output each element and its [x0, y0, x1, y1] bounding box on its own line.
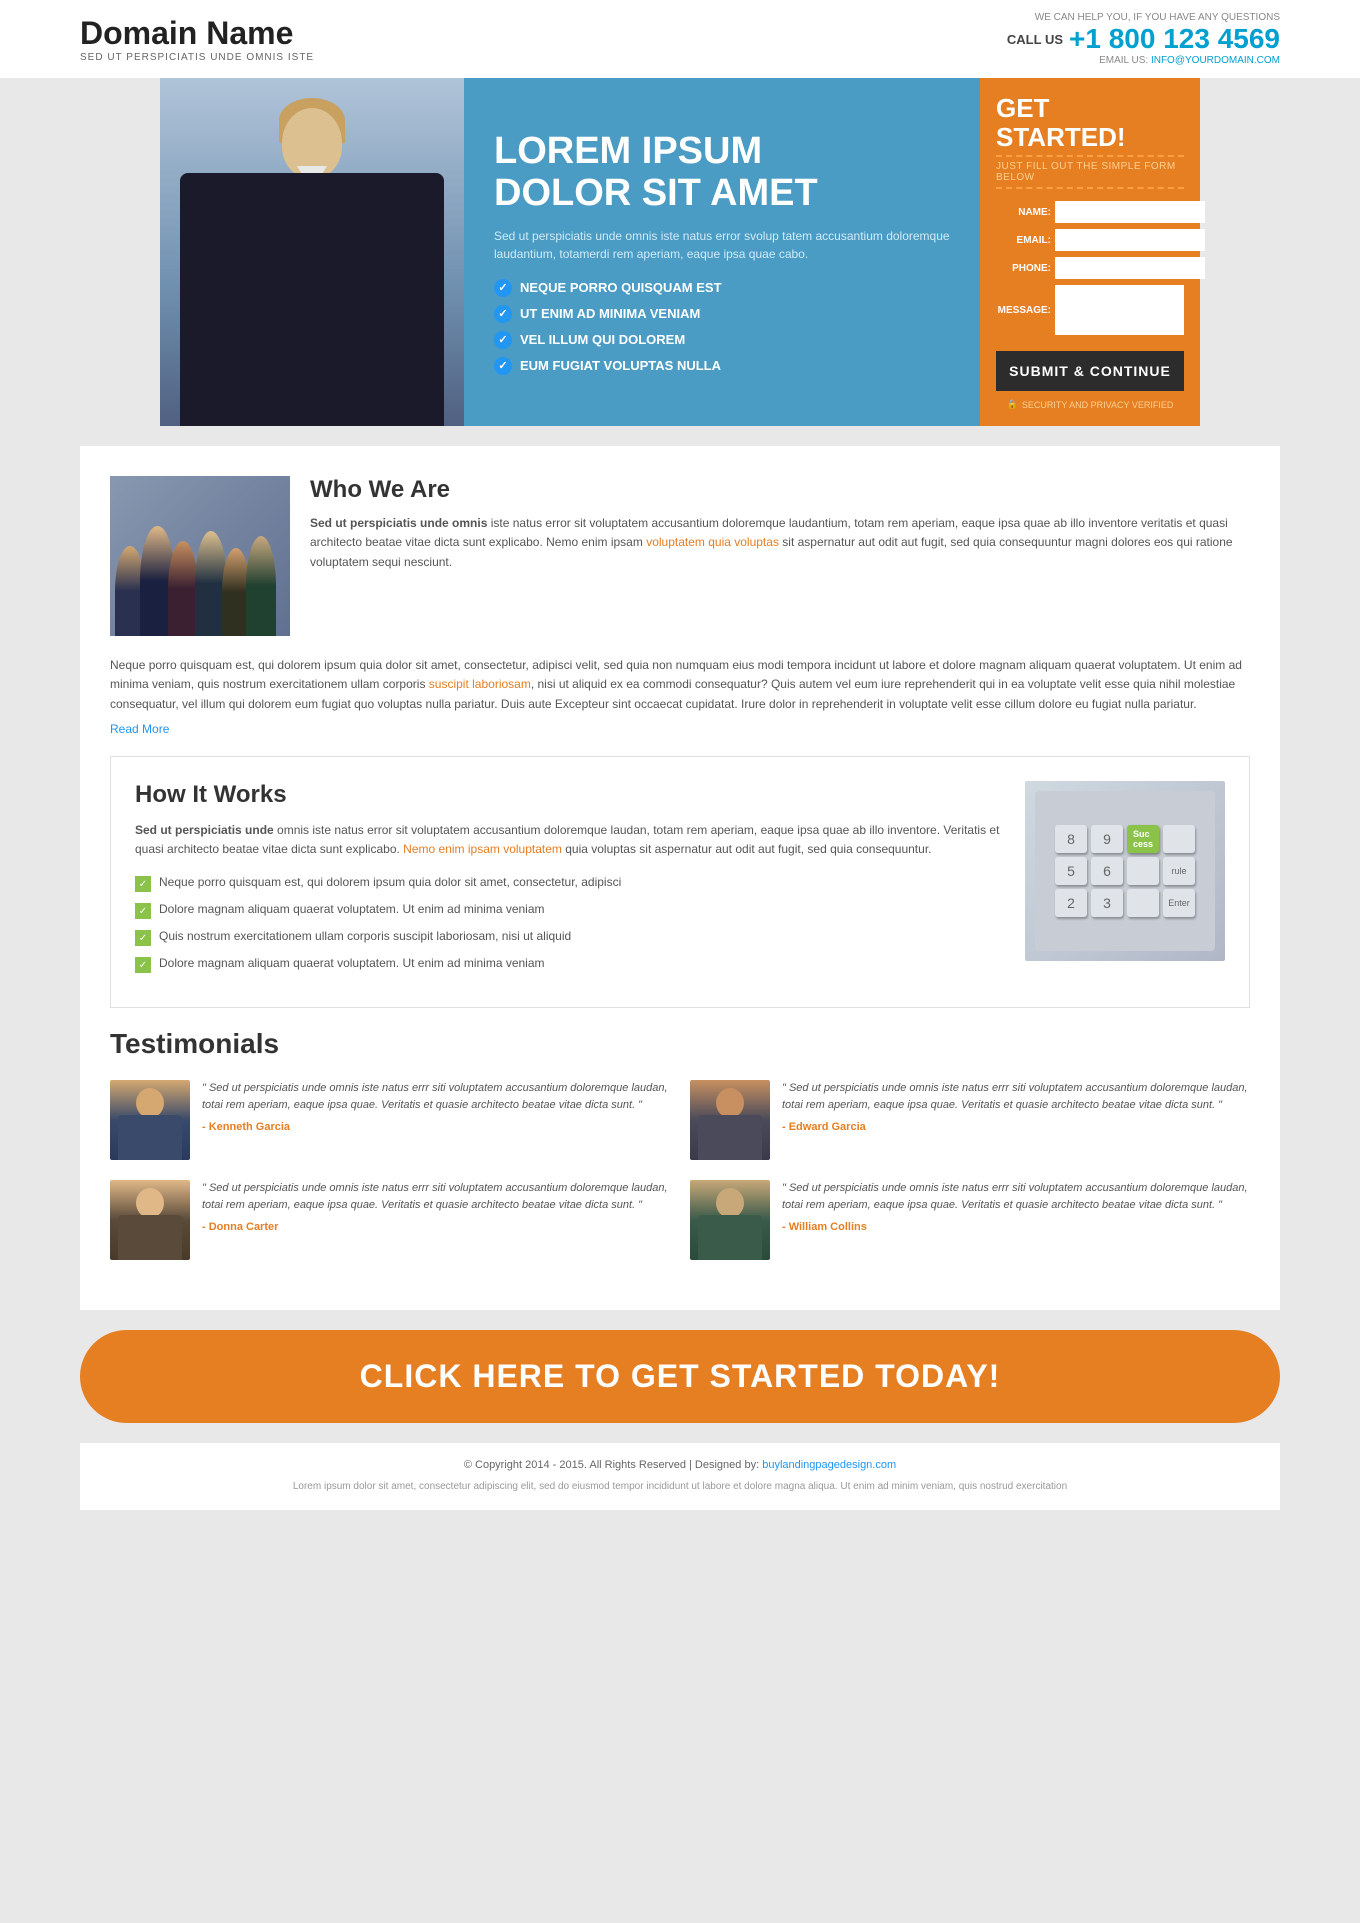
lock-icon: 🔒 [1007, 399, 1018, 410]
testimonials-grid: " Sed ut perspiciatis unde omnis iste na… [110, 1080, 1250, 1260]
testimonial-avatar [110, 1180, 190, 1260]
email-input[interactable] [1055, 229, 1205, 251]
testimonial-name: - Edward Garcia [782, 1121, 1250, 1133]
site-title: Domain Name [80, 15, 314, 52]
contact-form: GET STARTED! JUST FILL OUT THE SIMPLE FO… [980, 78, 1200, 426]
name-field-row: NAME: [996, 201, 1184, 223]
testimonial-avatar [690, 1180, 770, 1260]
email-field-row: EMAIL: [996, 229, 1184, 251]
testimonial-name: - William Collins [782, 1221, 1250, 1233]
name-input[interactable] [1055, 201, 1205, 223]
header: Domain Name SED UT PERSPICIATIS UNDE OMN… [0, 0, 1360, 78]
testimonial-item: " Sed ut perspiciatis unde omnis iste na… [110, 1180, 670, 1260]
check-icon: ✓ [494, 331, 512, 349]
name-label: NAME: [996, 207, 1051, 218]
testimonial-content: " Sed ut perspiciatis unde omnis iste na… [202, 1080, 670, 1160]
testimonial-content: " Sed ut perspiciatis unde omnis iste na… [782, 1080, 1250, 1160]
hero-checklist: ✓ NEQUE PORRO QUISQUAM EST ✓ UT ENIM AD … [494, 279, 950, 383]
check-icon: ✓ [494, 357, 512, 375]
list-item: ✓ Quis nostrum exercitationem ullam corp… [135, 929, 1005, 946]
who-link1[interactable]: voluptatem quia voluptas [646, 535, 779, 549]
list-item: ✓ Dolore magnam aliquam quaerat voluptat… [135, 956, 1005, 973]
testimonial-avatar [690, 1080, 770, 1160]
site-tagline: SED UT PERSPICIATIS UNDE OMNIS ISTE [80, 52, 314, 63]
footer-disclaimer: Lorem ipsum dolor sit amet, consectetur … [96, 1479, 1264, 1494]
cta-button[interactable]: CLICK HERE TO GET STARTED TODAY! [80, 1330, 1280, 1423]
who-we-are-section: Who We Are Sed ut perspiciatis unde omni… [110, 476, 1250, 636]
testimonials-title: Testimonials [110, 1028, 1250, 1060]
footer-copyright: © Copyright 2014 - 2015. All Rights Rese… [96, 1459, 1264, 1471]
list-item: ✓ NEQUE PORRO QUISQUAM EST [494, 279, 950, 297]
check-icon: ✓ [494, 305, 512, 323]
form-subtitle: JUST FILL OUT THE SIMPLE FORM BELOW [996, 155, 1184, 189]
who-full-text: Neque porro quisquam est, qui dolorem ip… [110, 656, 1250, 736]
how-title: How It Works [135, 781, 1005, 809]
hero-description: Sed ut perspiciatis unde omnis iste natu… [494, 227, 950, 263]
testimonial-avatar [110, 1080, 190, 1160]
green-check-icon: ✓ [135, 957, 151, 973]
green-check-icon: ✓ [135, 903, 151, 919]
who-para2: Neque porro quisquam est, qui dolorem ip… [110, 656, 1250, 714]
how-intro: Sed ut perspiciatis unde omnis iste natu… [135, 821, 1005, 859]
testimonial-content: " Sed ut perspiciatis unde omnis iste na… [782, 1180, 1250, 1260]
logo: Domain Name SED UT PERSPICIATIS UNDE OMN… [80, 15, 314, 63]
phone-input[interactable] [1055, 257, 1205, 279]
main-content: Who We Are Sed ut perspiciatis unde omni… [80, 446, 1280, 1310]
hero-content: LOREM IPSUM DOLOR SIT AMET Sed ut perspi… [464, 78, 980, 426]
email-line: EMAIL US: info@yourdomain.com [1007, 55, 1280, 66]
green-check-icon: ✓ [135, 876, 151, 892]
check-icon: ✓ [494, 279, 512, 297]
form-title: GET STARTED! [996, 94, 1184, 151]
testimonial-name: - Donna Carter [202, 1221, 670, 1233]
testimonial-item: " Sed ut perspiciatis unde omnis iste na… [690, 1180, 1250, 1260]
phone-number: +1 800 123 4569 [1069, 23, 1280, 55]
green-check-icon: ✓ [135, 930, 151, 946]
testimonial-text: " Sed ut perspiciatis unde omnis iste na… [202, 1080, 670, 1113]
hero-title: LOREM IPSUM DOLOR SIT AMET [494, 131, 950, 215]
email-label: EMAIL: [996, 235, 1051, 246]
security-note: 🔒 SECURITY AND PRIVACY VERIFIED [996, 399, 1184, 410]
testimonial-text: " Sed ut perspiciatis unde omnis iste na… [782, 1080, 1250, 1113]
who-link2[interactable]: suscipit laboriosam [429, 677, 531, 691]
who-para1: Sed ut perspiciatis unde omnis iste natu… [310, 514, 1250, 572]
how-content: How It Works Sed ut perspiciatis unde om… [135, 781, 1005, 983]
list-item: ✓ VEL ILLUM QUI DOLOREM [494, 331, 950, 349]
how-checklist: ✓ Neque porro quisquam est, qui dolorem … [135, 875, 1005, 973]
testimonial-item: " Sed ut perspiciatis unde omnis iste na… [690, 1080, 1250, 1160]
testimonials-section: Testimonials " Sed ut perspiciatis unde … [110, 1028, 1250, 1260]
testimonial-content: " Sed ut perspiciatis unde omnis iste na… [202, 1180, 670, 1260]
who-text: Who We Are Sed ut perspiciatis unde omni… [310, 476, 1250, 636]
hero-section: LOREM IPSUM DOLOR SIT AMET Sed ut perspi… [160, 78, 1200, 426]
phone-field-row: PHONE: [996, 257, 1184, 279]
contact-info: WE CAN HELP YOU, IF YOU HAVE ANY QUESTIO… [1007, 12, 1280, 66]
list-item: ✓ Dolore magnam aliquam quaerat voluptat… [135, 902, 1005, 919]
who-title: Who We Are [310, 476, 1250, 504]
who-image [110, 476, 290, 636]
how-link[interactable]: Nemo enim ipsam voluptatem [403, 842, 562, 856]
phone-line: CALL US +1 800 123 4569 [1007, 23, 1280, 55]
how-it-works-section: How It Works Sed ut perspiciatis unde om… [110, 756, 1250, 1008]
message-input[interactable] [1055, 285, 1184, 335]
list-item: ✓ Neque porro quisquam est, qui dolorem … [135, 875, 1005, 892]
help-text: WE CAN HELP YOU, IF YOU HAVE ANY QUESTIO… [1007, 12, 1280, 23]
testimonial-item: " Sed ut perspiciatis unde omnis iste na… [110, 1080, 670, 1160]
cta-section: CLICK HERE TO GET STARTED TODAY! [80, 1330, 1280, 1423]
designer-link[interactable]: buylandingpagedesign.com [762, 1459, 896, 1471]
testimonial-name: - Kenneth Garcia [202, 1121, 670, 1133]
submit-button[interactable]: SUBMIT & CONTINUE [996, 351, 1184, 391]
testimonial-text: " Sed ut perspiciatis unde omnis iste na… [782, 1180, 1250, 1213]
message-label: MESSAGE: [996, 305, 1051, 316]
how-image: 8 9 Success 5 6 rule 2 3 Enter [1025, 781, 1225, 983]
list-item: ✓ EUM FUGIAT VOLUPTAS NULLA [494, 357, 950, 375]
hero-image [160, 78, 464, 426]
call-us-label: CALL US [1007, 32, 1063, 47]
phone-label: PHONE: [996, 263, 1051, 274]
message-field-row: MESSAGE: [996, 285, 1184, 335]
footer: © Copyright 2014 - 2015. All Rights Rese… [80, 1443, 1280, 1510]
testimonial-text: " Sed ut perspiciatis unde omnis iste na… [202, 1180, 670, 1213]
read-more-link[interactable]: Read More [110, 722, 1250, 736]
email-link[interactable]: info@yourdomain.com [1151, 55, 1280, 66]
list-item: ✓ UT ENIM AD MINIMA VENIAM [494, 305, 950, 323]
